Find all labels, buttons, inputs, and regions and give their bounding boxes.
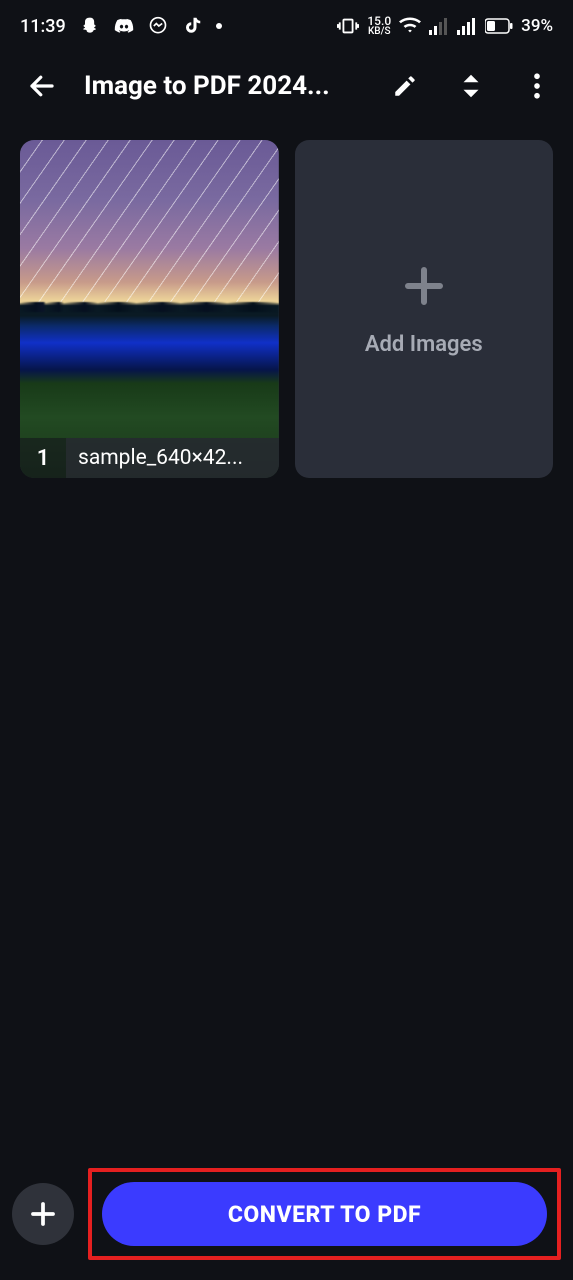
add-images-tile[interactable]: Add Images: [295, 140, 554, 478]
messenger-icon: [148, 16, 168, 36]
battery-text: 39%: [521, 16, 553, 36]
edit-button[interactable]: [381, 62, 429, 110]
signal-1-icon: [429, 18, 449, 35]
vibrate-icon: [337, 17, 359, 35]
back-button[interactable]: [18, 62, 66, 110]
add-images-label: Add Images: [365, 332, 483, 357]
convert-highlight-box: CONVERT TO PDF: [88, 1168, 561, 1260]
plus-icon: [400, 262, 448, 310]
discord-icon: [114, 16, 134, 36]
image-thumbnail: [20, 140, 279, 478]
image-tile[interactable]: 1 sample_640×42...: [20, 140, 279, 478]
battery-icon: [485, 18, 513, 34]
convert-to-pdf-button[interactable]: CONVERT TO PDF: [102, 1182, 547, 1246]
network-speed-unit: KB/S: [368, 27, 391, 36]
notification-dot-icon: [216, 23, 222, 29]
network-speed: 15.0 KB/S: [367, 16, 391, 36]
image-index: 1: [20, 438, 66, 478]
fab-add-button[interactable]: [12, 1183, 74, 1245]
more-button[interactable]: [513, 62, 561, 110]
status-left: 11:39: [20, 16, 222, 37]
sort-button[interactable]: [447, 62, 495, 110]
status-time: 11:39: [20, 16, 66, 37]
bottom-bar: CONVERT TO PDF: [0, 1158, 573, 1280]
snapchat-icon: [80, 16, 100, 36]
image-tile-footer: 1 sample_640×42...: [20, 438, 279, 478]
status-bar: 11:39 15.0 KB/S: [0, 0, 573, 52]
signal-2-icon: [457, 18, 477, 35]
wifi-icon: [399, 17, 421, 35]
tiktok-icon: [182, 16, 202, 36]
image-grid: 1 sample_640×42... Add Images: [0, 120, 573, 498]
convert-label: CONVERT TO PDF: [228, 1201, 421, 1228]
status-right: 15.0 KB/S 39%: [337, 16, 553, 36]
app-header: Image to PDF 2024...: [0, 52, 573, 120]
page-title: Image to PDF 2024...: [84, 71, 363, 101]
image-filename: sample_640×42...: [66, 438, 279, 478]
